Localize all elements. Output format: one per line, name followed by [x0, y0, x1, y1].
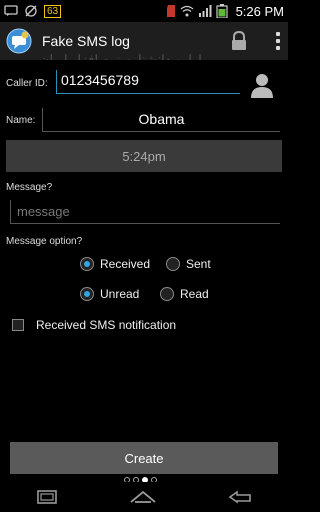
radio-received[interactable]: Received [80, 257, 150, 271]
overflow-menu-icon[interactable] [276, 32, 282, 50]
name-input[interactable]: Obama [42, 108, 280, 132]
status-bar: 63 5:26 PM [0, 0, 288, 22]
battery-icon [215, 4, 228, 18]
radio-unread[interactable]: Unread [80, 287, 139, 301]
no-sync-icon [25, 5, 37, 17]
sd-card-icon [166, 5, 175, 17]
radio-sent[interactable]: Sent [166, 257, 211, 271]
wifi-icon [180, 5, 193, 17]
signal-icon [198, 5, 212, 17]
radio-received-indicator[interactable] [80, 257, 94, 271]
message-option-label: Message option? [6, 236, 83, 247]
back-icon[interactable] [226, 489, 254, 505]
radio-read[interactable]: Read [160, 287, 209, 301]
radio-sent-label: Sent [186, 257, 211, 271]
radio-received-label: Received [100, 257, 151, 271]
radio-read-label: Read [180, 287, 209, 301]
radio-sent-indicator[interactable] [166, 257, 180, 271]
navigation-bar [0, 482, 288, 512]
home-icon[interactable] [128, 489, 158, 505]
contact-picker-icon[interactable] [250, 72, 274, 98]
create-button[interactable]: Create [10, 442, 278, 474]
radio-unread-indicator[interactable] [80, 287, 94, 301]
recent-apps-icon[interactable] [34, 489, 60, 505]
time-picker-button[interactable]: 5:24pm [6, 140, 282, 172]
status-time: 5:26 PM [235, 3, 284, 19]
caller-id-input[interactable]: 0123456789 [56, 70, 240, 94]
form-content: Caller ID: 0123456789 Name: Obama 5:24pm… [0, 60, 288, 512]
notification-option[interactable]: Received SMS notification [12, 318, 176, 332]
app-title: Fake SMS log [42, 33, 130, 49]
caller-id-label: Caller ID: [6, 78, 48, 89]
battery-level-badge: 63 [44, 4, 62, 18]
message-label: Message? [6, 182, 53, 193]
radio-unread-label: Unread [100, 287, 140, 301]
radio-read-indicator[interactable] [160, 287, 174, 301]
sms-notification-icon [4, 5, 18, 16]
message-input[interactable]: message [10, 200, 280, 224]
notification-checkbox[interactable] [12, 319, 24, 331]
notification-label: Received SMS notification [36, 318, 177, 332]
sms-logo-icon[interactable] [6, 28, 32, 54]
lock-icon[interactable] [230, 31, 248, 51]
name-label: Name: [6, 115, 36, 126]
